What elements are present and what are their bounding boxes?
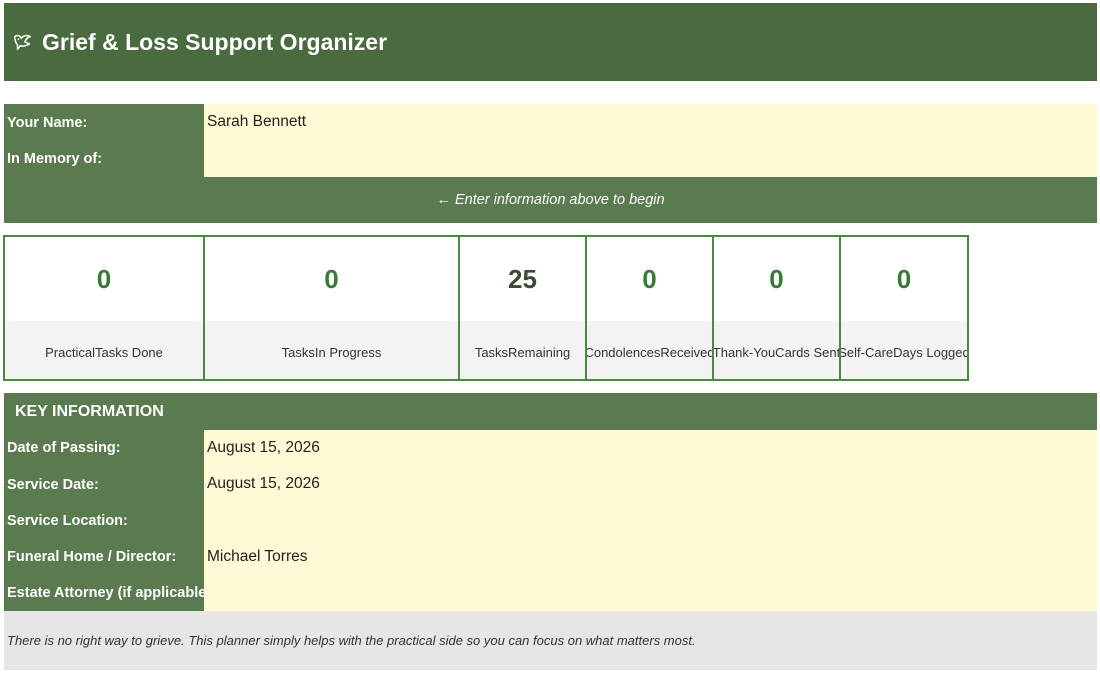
service-location-field[interactable] — [204, 503, 1097, 539]
stat-card-tasks-remaining: 25 TasksRemaining — [458, 235, 587, 381]
stat-value: 0 — [841, 237, 967, 321]
stat-card-tasks-in-progress: 0 TasksIn Progress — [203, 235, 460, 381]
stat-label: TasksRemaining — [460, 321, 585, 379]
funeral-home-field[interactable]: Michael Torres — [204, 539, 1097, 575]
stat-label: CondolencesReceived — [587, 321, 712, 379]
page-title: Grief & Loss Support Organizer — [42, 28, 388, 55]
title-bar: Grief & Loss Support Organizer — [4, 3, 1097, 81]
name-row: Your Name: Sarah Bennett — [4, 104, 1097, 141]
date-of-passing-label: Date of Passing: — [4, 430, 204, 466]
name-field[interactable]: Sarah Bennett — [204, 104, 1097, 141]
stat-card-condolences-received: 0 CondolencesReceived — [585, 235, 714, 381]
service-date-field[interactable]: August 15, 2026 — [204, 466, 1097, 503]
key-info-row-service-location: Service Location: — [4, 503, 1097, 539]
key-info-row-funeral-home: Funeral Home / Director: Michael Torres — [4, 539, 1097, 575]
name-label: Your Name: — [4, 104, 204, 141]
memory-row: In Memory of: — [4, 141, 1097, 177]
funeral-home-label: Funeral Home / Director: — [4, 539, 204, 575]
key-info-row-date-of-passing: Date of Passing: August 15, 2026 — [4, 430, 1097, 466]
stat-card-practical-tasks-done: 0 PracticalTasks Done — [3, 235, 205, 381]
stat-card-thank-you-cards-sent: 0 Thank-YouCards Sent — [712, 235, 841, 381]
stats-panel: 0 PracticalTasks Done 0 TasksIn Progress… — [3, 235, 969, 381]
stat-value: 0 — [587, 237, 712, 321]
stat-value: 0 — [205, 237, 458, 321]
stat-label: Thank-YouCards Sent — [714, 321, 839, 379]
stat-value: 0 — [5, 237, 203, 321]
stat-label: TasksIn Progress — [205, 321, 458, 379]
key-info-row-estate-attorney: Estate Attorney (if applicable): — [4, 575, 1097, 611]
stat-label: PracticalTasks Done — [5, 321, 203, 379]
service-date-label: Service Date: — [4, 466, 204, 503]
stat-label: Self-CareDays Logged — [841, 321, 967, 379]
service-location-label: Service Location: — [4, 503, 204, 539]
footer-note: There is no right way to grieve. This pl… — [4, 611, 1097, 670]
stat-value: 25 — [460, 237, 585, 321]
memory-label: In Memory of: — [4, 141, 204, 177]
stat-card-self-care-days-logged: 0 Self-CareDays Logged — [839, 235, 969, 381]
estate-attorney-label: Estate Attorney (if applicable): — [4, 575, 204, 611]
memory-field[interactable] — [204, 141, 1097, 177]
date-of-passing-field[interactable]: August 15, 2026 — [204, 430, 1097, 466]
stat-value: 0 — [714, 237, 839, 321]
key-info-row-service-date: Service Date: August 15, 2026 — [4, 466, 1097, 503]
key-information-heading: KEY INFORMATION — [4, 393, 1097, 430]
dove-icon — [14, 34, 32, 51]
estate-attorney-field[interactable] — [204, 575, 1097, 611]
hint-banner: ← Enter information above to begin — [4, 177, 1097, 223]
